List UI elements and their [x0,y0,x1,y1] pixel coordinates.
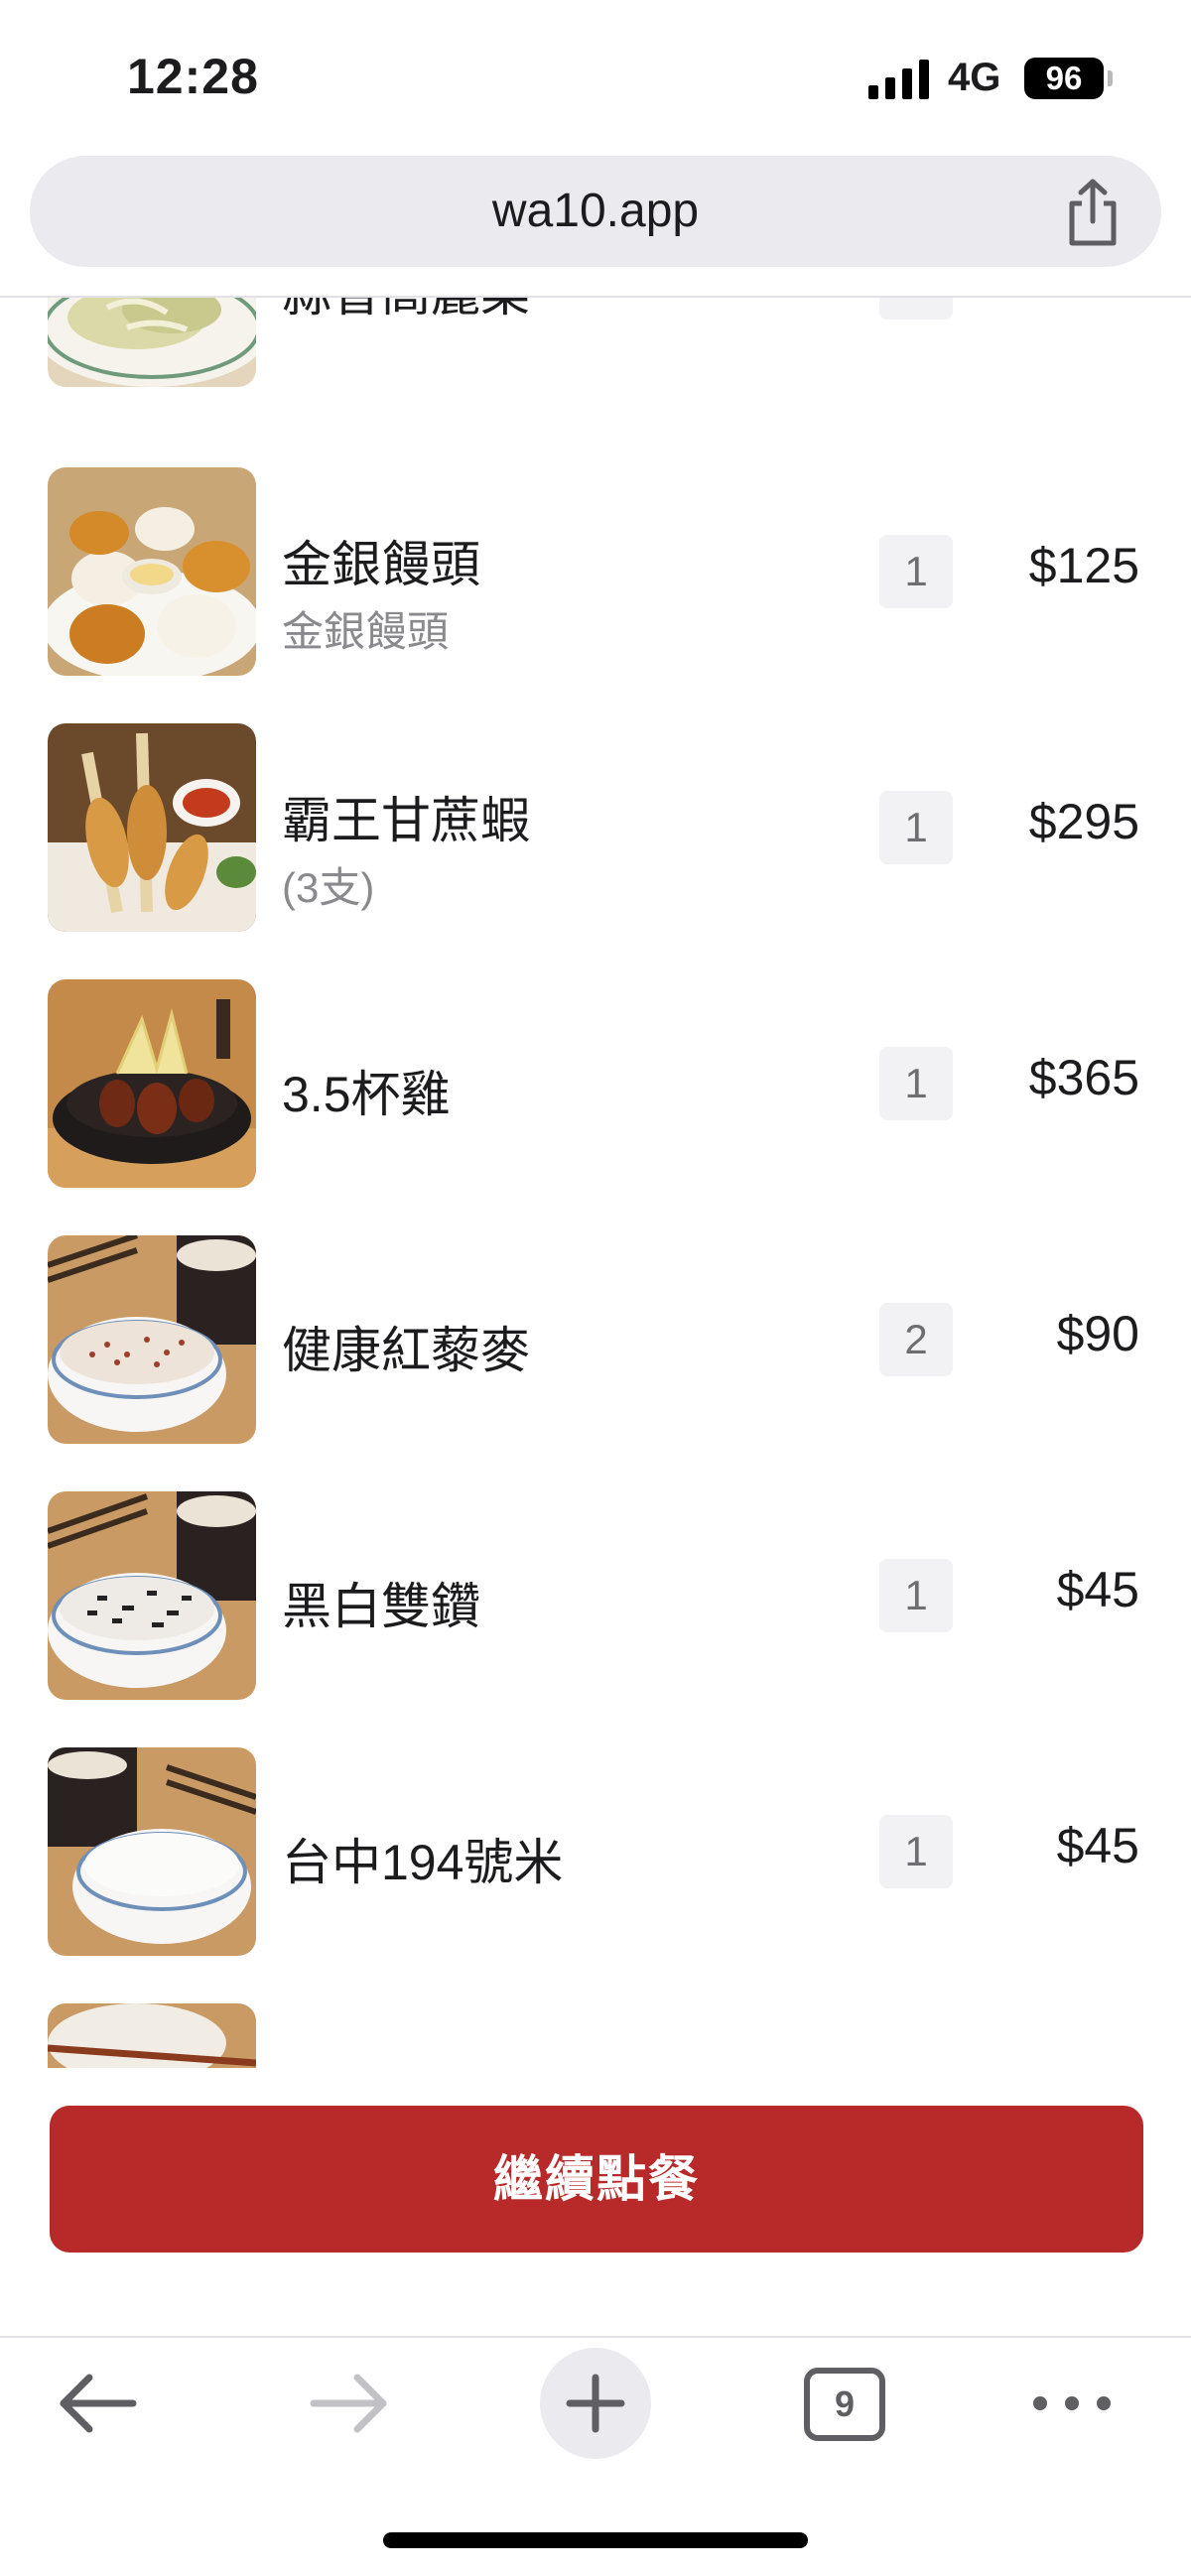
sugarcane-shrimp-image [48,723,256,932]
cart-item[interactable]: 3.5杯雞 1 $365 [0,979,1191,1235]
cart-list[interactable]: 蒜香高麗菜 1 $180 金銀饅頭 金銀饅頭 1 $125 [0,298,1191,2068]
item-price: $365 [1028,1050,1139,1105]
item-name: 霸王甘蔗蝦 [282,793,530,848]
item-price: $295 [1028,794,1139,849]
cart-item[interactable]: 健康紅藜麥 2 $90 [0,1235,1191,1491]
item-name: 3.5杯雞 [282,1067,451,1122]
status-time: 12:28 [127,49,259,104]
home-indicator [383,2532,808,2548]
cart-item[interactable]: 蒜香高麗菜 1 $180 [0,298,1191,435]
item-quantity[interactable]: 2 [879,1303,953,1376]
item-name: 健康紅藜麥 [282,1323,530,1378]
toolbar-divider [0,2336,1191,2338]
cart-item[interactable]: 黑白雙鑽 1 $45 [0,1491,1191,1747]
item-price: $45 [1056,1562,1139,1617]
status-bar: 12:28 4G 96 [0,0,1191,149]
item-quantity[interactable]: 1 [879,298,953,320]
item-name: 金銀饅頭 [282,537,480,592]
address-bar[interactable]: wa10.app [30,156,1161,267]
tab-switcher-button[interactable]: 9 [804,2368,885,2441]
food-image [48,2003,256,2068]
battery-level: 96 [1045,60,1083,96]
item-quantity[interactable]: 1 [879,535,953,608]
cart-item[interactable]: 霸王甘蔗蝦 (3支) 1 $295 [0,723,1191,979]
red-quinoa-rice-image [48,1235,256,1444]
item-name: 台中194號米 [282,1835,564,1890]
item-price: $180 [1029,298,1139,306]
url-text[interactable]: wa10.app [30,156,1161,267]
battery-icon: 96 [1024,58,1104,99]
item-quantity[interactable]: 1 [879,1047,953,1120]
network-type: 4G [948,56,1001,99]
back-arrow-icon[interactable] [50,2344,149,2463]
item-quantity[interactable]: 1 [879,791,953,864]
continue-ordering-button[interactable]: 繼續點餐 [50,2106,1143,2253]
item-name: 黑白雙鑽 [282,1579,480,1634]
item-price: $125 [1028,538,1139,593]
forward-arrow-icon[interactable] [298,2344,397,2463]
item-quantity[interactable]: 1 [879,1815,953,1888]
cart-item[interactable]: 台中194號米 1 $45 [0,1747,1191,2003]
item-name: 蒜香高麗菜 [282,298,530,325]
white-rice-image [48,1747,256,1956]
item-description: (3支) [282,864,375,911]
battery-tip [1108,70,1113,86]
cart-item[interactable]: 金銀饅頭 金銀饅頭 1 $125 [0,467,1191,723]
new-tab-button[interactable] [540,2348,651,2459]
garlic-cabbage-image [48,298,256,387]
cart-item-partial[interactable] [0,2003,1191,2068]
item-description: 金銀饅頭 [282,608,450,655]
plus-icon [566,2374,625,2433]
more-options-icon[interactable] [1022,2344,1122,2463]
cellular-signal-icon [868,60,929,99]
steamed-buns-image [48,467,256,676]
three-cup-chicken-image [48,979,256,1188]
share-icon[interactable] [1060,178,1125,247]
tab-count: 9 [834,2383,856,2424]
item-quantity[interactable]: 1 [879,1559,953,1632]
item-price: $45 [1056,1818,1139,1873]
item-price: $90 [1056,1306,1139,1361]
black-white-rice-image [48,1491,256,1700]
